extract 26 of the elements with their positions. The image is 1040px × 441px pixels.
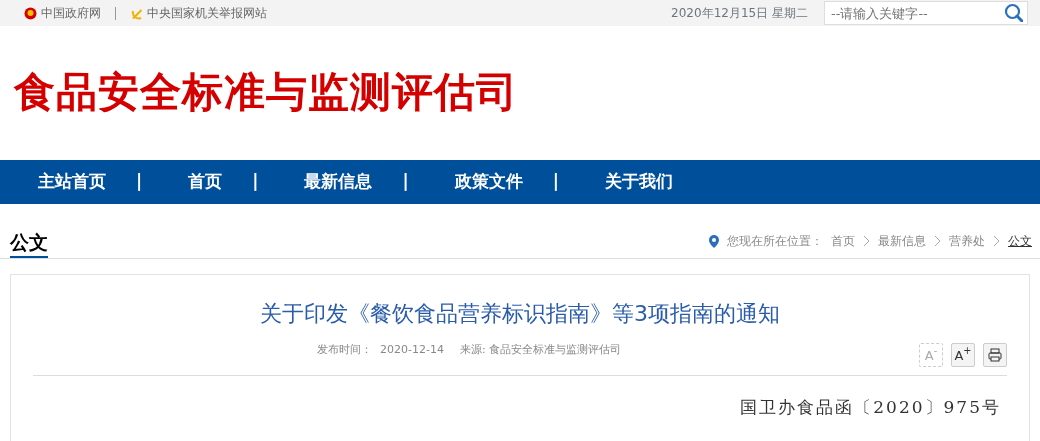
nav-link[interactable]: 首页 <box>188 169 223 195</box>
nav-link[interactable]: 政策文件 <box>454 169 523 195</box>
source-text: 来源: 食品安全标准与监测评估司 <box>459 342 622 359</box>
nav-separator: | <box>552 170 559 194</box>
nav-separator: | <box>402 170 409 194</box>
date-text: 2020年12月15日 星期二 <box>671 5 808 22</box>
section-title: 公文 <box>10 231 48 258</box>
nav-link[interactable]: 主站首页 <box>38 169 106 195</box>
breadcrumb-label: 您现在所在位置： <box>727 233 823 250</box>
nav-separator: | <box>136 170 143 194</box>
document-number: 国卫办食品函〔2020〕975号 <box>739 396 1001 420</box>
breadcrumb-link[interactable]: 营养处 <box>949 232 985 250</box>
nav-separator: | <box>252 170 259 194</box>
publish-label: 发布时间： <box>317 342 372 359</box>
article-title: 关于印发《餐饮食品营养标识指南》等3项指南的通知 <box>259 301 781 328</box>
publish-date: 2020-12-14 <box>380 342 444 359</box>
top-link[interactable]: 中央国家机关举报网站 <box>147 4 267 22</box>
site-title: 食品安全标准与监测评估司 <box>14 68 518 118</box>
nav-link[interactable]: 最新信息 <box>304 169 373 195</box>
search-field[interactable]: --请输入关键字-- <box>824 1 1028 25</box>
breadcrumb-link[interactable]: 最新信息 <box>878 232 926 250</box>
breadcrumb-link[interactable]: 公文 <box>1008 232 1032 250</box>
font-increase-button[interactable]: A$^{+}$ <box>951 343 975 368</box>
nav-link[interactable]: 关于我们 <box>604 169 673 195</box>
breadcrumb-link[interactable]: 首页 <box>831 232 855 250</box>
top-link[interactable]: 中国政府网 <box>41 4 101 22</box>
